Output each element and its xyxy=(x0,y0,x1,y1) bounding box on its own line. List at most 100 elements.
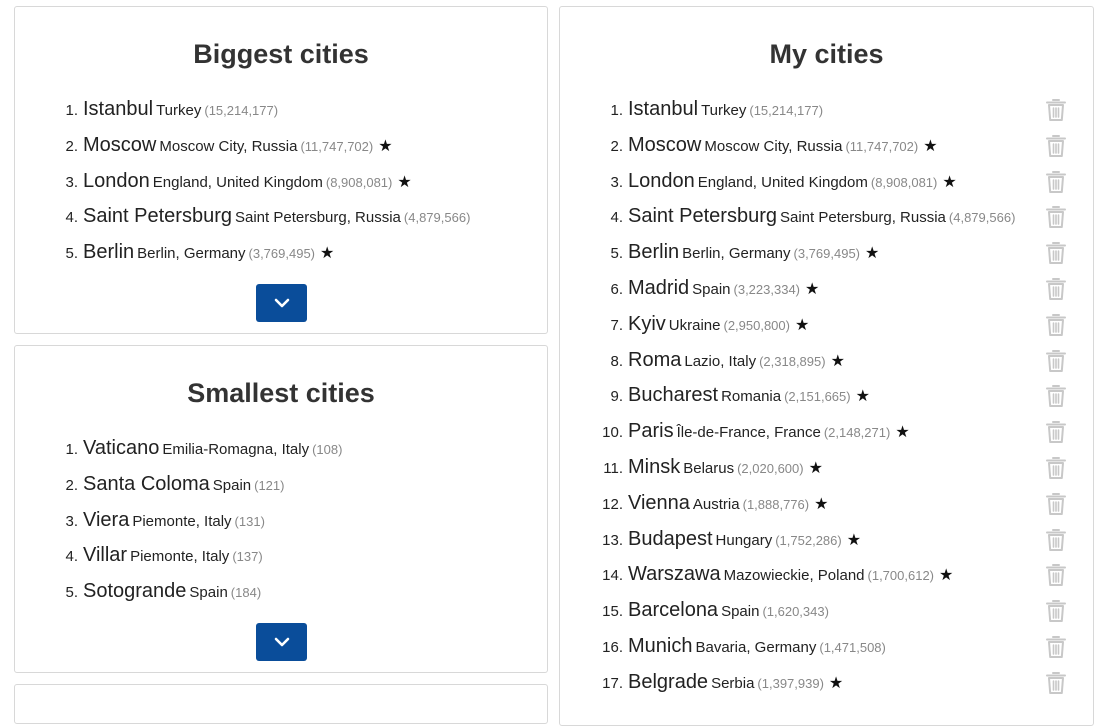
city-population: (1,888,776) xyxy=(742,496,810,512)
city-region: Spain xyxy=(212,476,252,494)
trash-icon[interactable] xyxy=(1045,527,1067,553)
city-rank: 15. xyxy=(602,603,623,621)
star-icon: ★ xyxy=(846,531,862,549)
smallest-cities-panel: Smallest cities 1. Vaticano Emilia-Romagna… xyxy=(14,345,548,673)
city-region: Bavaria, Germany xyxy=(695,638,817,656)
trash-icon[interactable] xyxy=(1045,204,1067,230)
city-region: Belarus xyxy=(683,459,735,477)
city-rank: 12. xyxy=(602,495,623,513)
star-icon: ★ xyxy=(895,424,910,442)
city-region: Berlin, Germany xyxy=(137,245,246,263)
city-region: Berlin, Germany xyxy=(682,245,791,263)
trash-icon[interactable] xyxy=(1045,455,1067,481)
smallest-cities-list: 1. Vaticano Emilia-Romagna, Italy (108) 2. Sa… xyxy=(15,432,547,611)
star-icon: ★ xyxy=(808,459,823,477)
city-population: (8,908,081) xyxy=(870,174,938,190)
city-population: (3,769,495) xyxy=(248,246,316,262)
city-name: Viera xyxy=(83,508,130,531)
city-name: Minsk xyxy=(628,455,681,478)
city-population: (1,471,508) xyxy=(819,639,886,655)
city-item: 1. Vaticano Emilia-Romagna, Italy (108) xyxy=(15,432,547,468)
city-region: Piemonte, Italy xyxy=(130,548,230,566)
city-name: Berlin xyxy=(83,241,135,264)
city-rank: 2. xyxy=(610,137,623,155)
city-region: Île-de-France, France xyxy=(676,424,821,442)
city-name: Moscow xyxy=(83,133,157,156)
show-more-biggest-button[interactable] xyxy=(256,284,307,322)
trash-icon[interactable] xyxy=(1045,598,1067,624)
city-rank: 7. xyxy=(610,316,623,334)
city-population: (1,752,286) xyxy=(775,532,842,548)
star-icon: ★ xyxy=(939,567,954,585)
city-item: 8. Roma Lazio, Italy (2,318,895) ★ xyxy=(560,344,1093,380)
city-rank: 1. xyxy=(65,441,78,458)
trash-icon[interactable] xyxy=(1045,491,1067,517)
city-population: (2,318,895) xyxy=(759,353,826,369)
biggest-cities-list: 1. Istanbul Turkey (15,214,177) 2. Moscow Mosc… xyxy=(15,93,547,272)
city-name: Moscow xyxy=(628,133,702,156)
city-item: 7. Kyiv Ukraine (2,950,800) ★ xyxy=(560,308,1093,344)
city-item: 2. Moscow Moscow City, Russia (11,747,702) ★ xyxy=(560,129,1093,165)
city-region: Austria xyxy=(692,495,740,513)
city-population: (3,223,334) xyxy=(733,281,801,297)
trash-icon[interactable] xyxy=(1045,169,1067,195)
city-name: Sotogrande xyxy=(83,580,187,603)
city-item: 10. Paris Île-de-France, France (2,148,271)… xyxy=(560,415,1093,451)
city-name: Villar xyxy=(83,544,128,567)
city-population: (4,879,566) xyxy=(403,210,471,226)
city-region: Saint Petersburg, Russia xyxy=(234,209,401,227)
city-name: London xyxy=(628,169,695,192)
city-name: Berlin xyxy=(628,241,680,264)
trash-icon[interactable] xyxy=(1045,419,1067,445)
chevron-down-icon xyxy=(274,298,289,308)
city-name: Vienna xyxy=(628,491,690,514)
city-population: (137) xyxy=(232,549,263,565)
star-icon: ★ xyxy=(397,173,412,191)
city-population: (1,700,612) xyxy=(867,568,935,584)
city-rank: 3. xyxy=(610,173,623,191)
city-rank: 13. xyxy=(602,531,623,549)
city-item: 9. Bucharest Romania (2,151,665) ★ xyxy=(560,379,1093,415)
city-population: (15,214,177) xyxy=(204,103,279,118)
city-rank: 3. xyxy=(65,512,78,530)
star-icon: ★ xyxy=(942,173,957,191)
star-icon: ★ xyxy=(378,137,393,155)
city-item: 11. Minsk Belarus (2,020,600) ★ xyxy=(560,451,1093,487)
show-more-smallest-button[interactable] xyxy=(256,623,307,661)
star-icon: ★ xyxy=(794,316,810,334)
trash-icon[interactable] xyxy=(1045,562,1067,588)
city-population: (184) xyxy=(230,585,262,601)
trash-icon[interactable] xyxy=(1045,312,1067,338)
city-rank: 3. xyxy=(65,173,78,191)
trash-icon[interactable] xyxy=(1045,240,1067,266)
trash-icon[interactable] xyxy=(1045,133,1067,159)
city-item: 2. Santa Coloma Spain (121) xyxy=(15,468,547,504)
star-icon: ★ xyxy=(814,495,829,513)
city-population: (2,950,800) xyxy=(723,317,790,333)
city-item: 5. Berlin Berlin, Germany (3,769,495) ★ xyxy=(560,236,1093,272)
city-rank: 2. xyxy=(65,476,78,494)
trash-icon[interactable] xyxy=(1045,97,1067,123)
city-rank: 14. xyxy=(602,567,623,585)
trash-icon[interactable] xyxy=(1045,276,1067,302)
city-rank: 1. xyxy=(65,102,78,119)
trash-icon[interactable] xyxy=(1045,634,1067,660)
city-name: Vaticano xyxy=(83,437,160,459)
city-item: 12. Vienna Austria (1,888,776) ★ xyxy=(560,487,1093,523)
city-population: (121) xyxy=(254,477,285,493)
star-icon: ★ xyxy=(830,352,845,370)
city-rank: 6. xyxy=(610,280,623,298)
city-region: Ukraine xyxy=(668,316,721,334)
city-rank: 8. xyxy=(610,352,623,370)
trash-icon[interactable] xyxy=(1045,670,1067,696)
city-item: 14. Warszawa Mazowieckie, Poland (1,700,612… xyxy=(560,558,1093,594)
city-region: Romania xyxy=(721,388,782,406)
trash-icon[interactable] xyxy=(1045,348,1067,374)
city-region: Emilia-Romagna, Italy xyxy=(162,441,310,458)
city-population: (11,747,702) xyxy=(845,138,919,154)
trash-icon[interactable] xyxy=(1045,383,1067,409)
city-item: 6. Madrid Spain (3,223,334) ★ xyxy=(560,272,1093,308)
star-icon: ★ xyxy=(923,137,938,155)
city-rank: 5. xyxy=(65,584,78,602)
city-item: 3. London England, United Kingdom (8,908,08… xyxy=(15,165,547,201)
